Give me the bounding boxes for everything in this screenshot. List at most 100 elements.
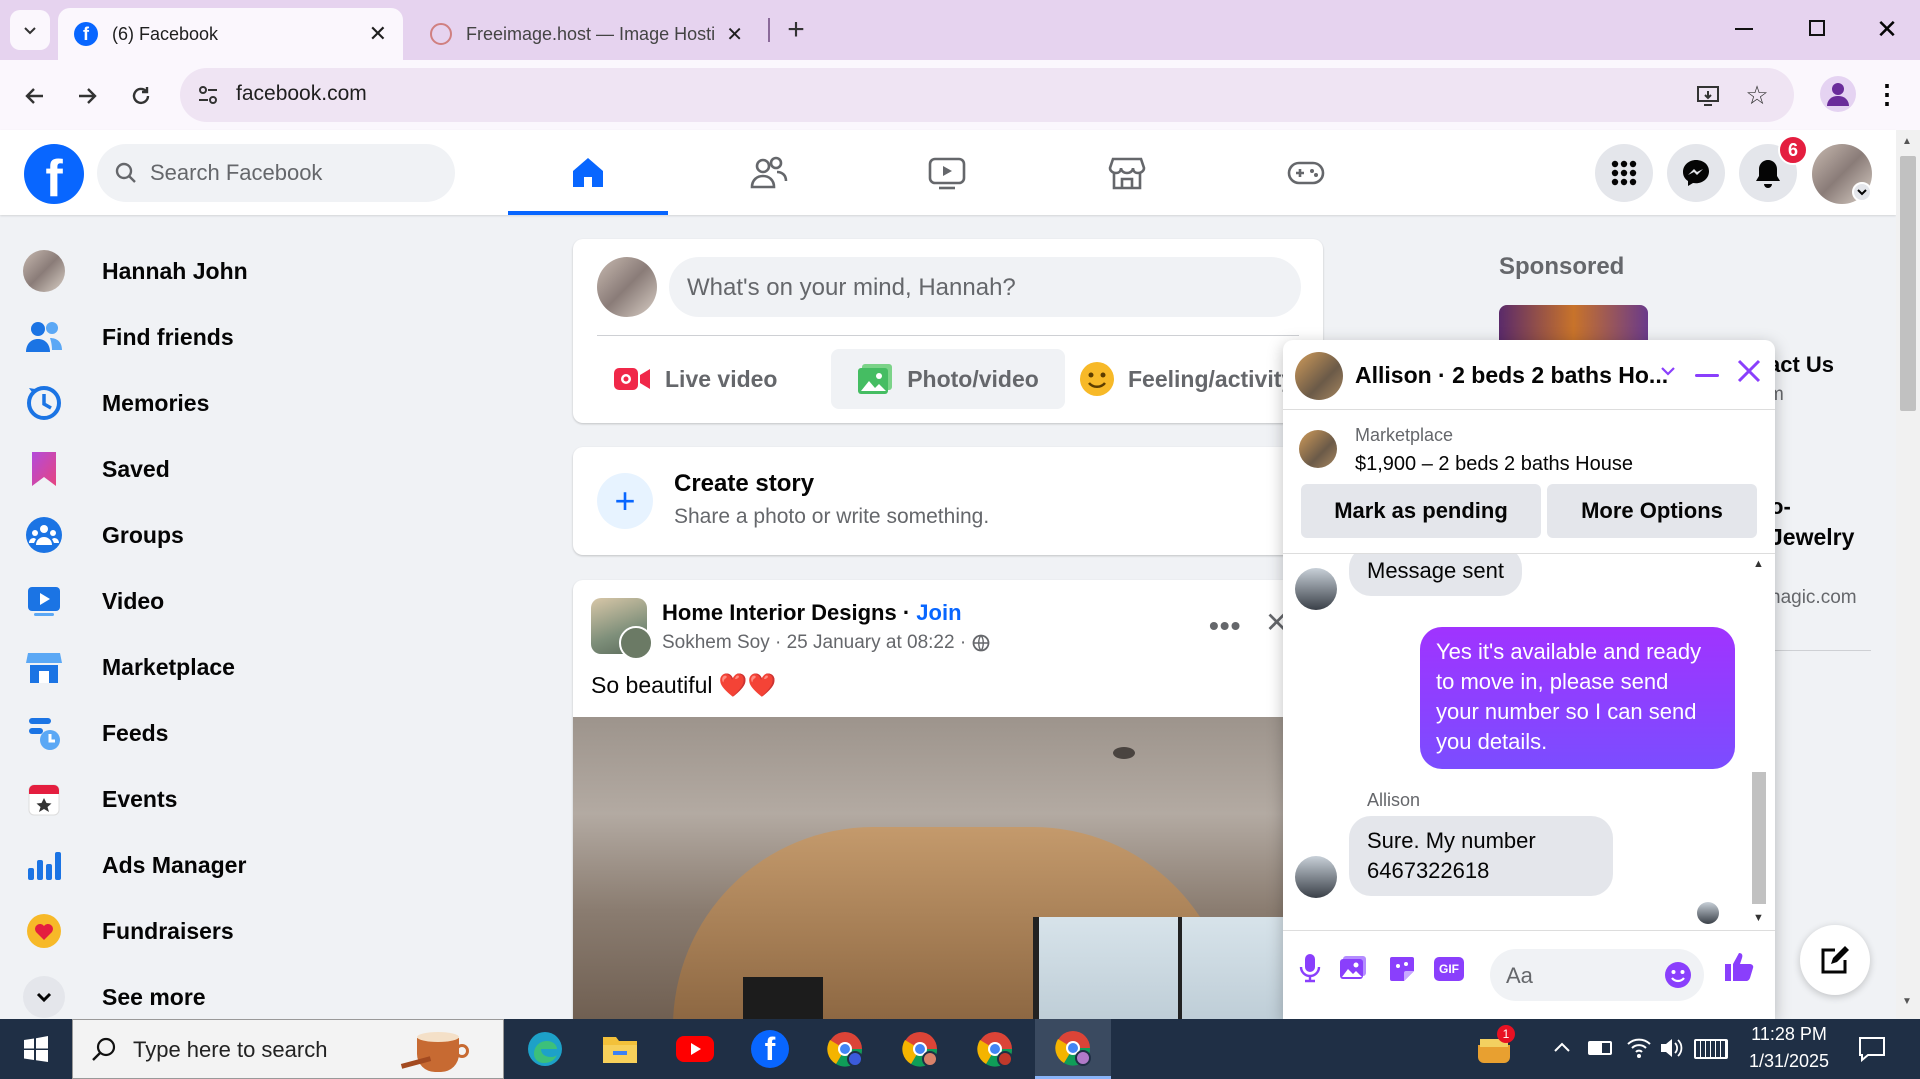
sidebar-item-fundraisers[interactable]: Fundraisers [22,901,234,961]
new-message-button[interactable] [1800,925,1870,995]
restore-window-icon[interactable] [1809,20,1825,36]
avatar[interactable] [597,257,657,317]
edge-icon[interactable] [515,1027,575,1071]
forward-icon[interactable] [72,80,104,112]
sidebar-item-feeds[interactable]: Feeds [22,703,168,763]
new-tab-icon[interactable]: + [778,10,814,50]
composer-input[interactable]: What's on your mind, Hannah? [669,257,1301,317]
emoji-icon[interactable] [1664,961,1692,989]
chat-title[interactable]: Allison · 2 beds 2 baths Ho... [1355,362,1668,389]
chrome-profile-4-icon[interactable] [1035,1019,1111,1079]
live-video-button[interactable]: Live video [613,349,803,409]
sidebar-item-profile[interactable]: Hannah John [22,241,248,301]
sidebar-item-events[interactable]: Events [22,769,177,829]
chat-scroll-thumb[interactable] [1752,772,1766,904]
browser-menu-icon[interactable]: ⋮ [1872,78,1902,110]
feed-post: Home Interior Designs · Join Sokhem Soy … [573,580,1323,1040]
facebook-logo-icon[interactable]: f [24,144,84,208]
attach-image-icon[interactable] [1339,955,1367,981]
message-bubble-received[interactable]: Sure. My number 6467322618 [1349,816,1613,896]
sidebar-item-memories[interactable]: Memories [22,373,209,433]
show-hidden-icons-chevron-icon[interactable] [1553,1041,1571,1053]
message-bubble-sent[interactable]: Yes it's available and ready to move in,… [1420,627,1735,769]
wifi-icon[interactable] [1626,1035,1652,1059]
listing-title[interactable]: $1,900 – 2 beds 2 baths House [1355,453,1633,476]
sidebar-item-find-friends[interactable]: Find friends [22,307,234,367]
create-story-card[interactable]: + Create story Share a photo or write so… [573,447,1323,555]
messenger-button[interactable] [1667,144,1725,202]
author-line[interactable]: Sokhem Soy · 25 January at 08:22 · [662,632,966,654]
nav-marketplace-tab[interactable] [1047,130,1207,215]
group-name[interactable]: Home Interior Designs [662,600,897,625]
sticker-icon[interactable] [1388,955,1416,983]
chrome-profile-3-icon[interactable] [965,1027,1025,1071]
more-options-icon[interactable]: ••• [1209,610,1241,642]
nav-home-tab[interactable] [508,130,668,215]
message-input[interactable]: Aa [1490,949,1704,1001]
sponsored-line2: Jewelry [1770,524,1855,550]
more-options-button[interactable]: More Options [1547,484,1757,538]
message-bubble-received[interactable]: Message sent [1349,554,1522,596]
sidebar-item-ads-manager[interactable]: Ads Manager [22,835,246,895]
nav-video-tab[interactable] [867,130,1027,215]
reload-icon[interactable] [125,80,157,112]
minimize-chat-icon[interactable] [1695,374,1719,377]
browser-tab-freeimage[interactable]: Freeimage.host — Image Hosting ✕ [414,8,759,60]
post-image[interactable] [573,717,1323,1040]
address-bar[interactable]: facebook.com ☆ [180,68,1794,122]
chat-scrollbar[interactable]: ▲ ▼ [1747,554,1771,930]
sidebar-item-groups[interactable]: Groups [22,505,184,565]
taskbar-search-box[interactable]: Type here to search [72,1019,504,1079]
sidebar-item-see-more[interactable]: See more [22,967,206,1027]
back-icon[interactable] [18,80,50,112]
gif-icon[interactable]: GIF [1434,957,1464,981]
bookmark-star-icon[interactable]: ☆ [1742,80,1772,110]
sidebar-item-marketplace[interactable]: Marketplace [22,637,235,697]
sidebar-item-video[interactable]: Video [22,571,164,631]
youtube-icon[interactable] [665,1027,725,1071]
page-scroll-thumb[interactable] [1900,156,1916,411]
keyboard-icon[interactable] [1694,1039,1728,1059]
author-avatar[interactable] [619,626,653,660]
minimize-window-icon[interactable] [1735,28,1753,30]
facebook-app-icon[interactable]: f [740,1027,800,1071]
thumbs-up-icon[interactable] [1723,951,1755,983]
page-scrollbar[interactable]: ▲ ▼ [1896,130,1920,1019]
account-chevron-icon[interactable] [1852,182,1872,202]
taskbar-time[interactable]: 11:28 PM [1750,1024,1828,1045]
url-text[interactable]: facebook.com [236,82,367,106]
feeling-activity-label: Feeling/activity [1128,365,1295,392]
search-field[interactable]: Search Facebook [97,144,455,202]
install-app-icon[interactable] [1694,82,1722,110]
taskbar-date[interactable]: 1/31/2025 [1745,1051,1833,1072]
chrome-profile-2-icon[interactable] [890,1027,950,1071]
file-explorer-icon[interactable] [590,1027,650,1071]
site-info-icon[interactable] [196,83,220,107]
mark-as-pending-button[interactable]: Mark as pending [1301,484,1541,538]
join-link[interactable]: Join [916,600,961,625]
photo-video-button[interactable]: Photo/video [831,349,1065,409]
sidebar-item-saved[interactable]: Saved [22,439,170,499]
windows-start-icon[interactable] [6,1027,66,1071]
menu-grid-button[interactable] [1595,144,1653,202]
browser-tab-facebook[interactable]: f (6) Facebook ✕ [58,8,403,60]
volume-icon[interactable] [1659,1037,1683,1059]
close-chat-icon[interactable] [1736,358,1762,384]
profile-icon[interactable] [1820,76,1856,112]
chrome-profile-1-icon[interactable] [815,1027,875,1071]
fundraisers-icon [22,909,66,953]
close-tab-icon[interactable]: ✕ [369,21,387,47]
chat-avatar[interactable] [1295,352,1343,400]
tab-list-chevron-icon[interactable] [10,10,50,50]
nav-gaming-tab[interactable] [1226,130,1386,215]
microphone-icon[interactable] [1299,953,1321,983]
chat-options-chevron-icon[interactable] [1660,366,1676,376]
nav-friends-tab[interactable] [688,130,848,215]
notification-center-icon[interactable] [1858,1035,1886,1063]
bell-icon [1756,160,1780,188]
close-window-icon[interactable]: ✕ [1872,14,1902,44]
listing-thumbnail[interactable] [1299,430,1337,468]
sponsored-image[interactable] [1499,305,1648,345]
close-tab-icon[interactable]: ✕ [726,22,743,47]
battery-icon[interactable] [1588,1041,1612,1055]
